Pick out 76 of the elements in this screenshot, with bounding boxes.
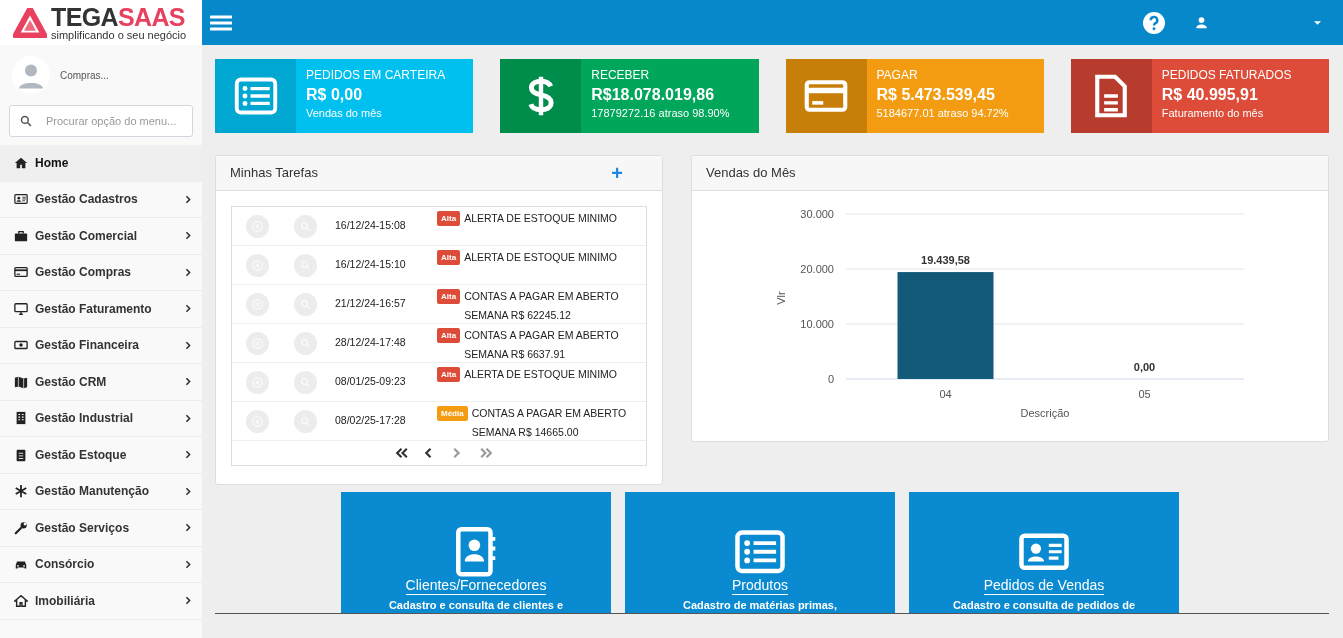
tile-title[interactable]: Clientes/Fornecedores xyxy=(405,575,547,595)
panel-title: Vendas do Mês xyxy=(706,164,796,183)
help-icon[interactable] xyxy=(1143,11,1165,34)
stat-value: R$ 5.473.539,45 xyxy=(876,85,996,105)
stat-subtitle: 17879272.16 atraso 98.90% xyxy=(591,107,730,121)
task-date: 16/12/24-15:10 xyxy=(335,257,406,273)
monitor-icon xyxy=(14,301,28,316)
data-label: 0,00 xyxy=(1133,361,1156,373)
priority-badge: Alta xyxy=(437,328,461,343)
logo-wordmark: TEGASAAS xyxy=(51,4,186,30)
task-date: 16/12/24-15:08 xyxy=(335,218,406,234)
stat-title: PEDIDOS FATURADOS xyxy=(1161,68,1292,83)
stat-title: PEDIDOS EM CARTEIRA xyxy=(306,68,446,83)
task-description: CONTAS A PAGAR EM ABERTO SEMANA R$ 14665.00 xyxy=(471,406,628,440)
task-description: ALERTA DE ESTOQUE MINIMO xyxy=(464,250,617,265)
house-icon xyxy=(14,593,28,608)
task-description: CONTAS A PAGAR EM ABERTO SEMANA R$ 6637.91 xyxy=(464,328,620,362)
priority-badge: Média xyxy=(437,406,468,421)
task-description: ALERTA DE ESTOQUE MINIMO xyxy=(464,367,617,382)
search-field[interactable]: Procurar opção do menu... xyxy=(9,105,193,137)
sidebar-item[interactable]: Home xyxy=(0,145,202,182)
y-axis-title: Vlr xyxy=(775,291,787,305)
task-date: 21/12/24-16:57 xyxy=(335,296,406,312)
stat-value: R$ 40.995,91 xyxy=(1161,85,1259,105)
home-icon xyxy=(14,155,28,170)
menu-icon xyxy=(210,13,232,32)
stat-subtitle: Vendas do mês xyxy=(306,107,383,121)
x-axis-label: 05 xyxy=(1138,388,1151,400)
task-description: ALERTA DE ESTOQUE MINIMO xyxy=(464,211,617,226)
stat-subtitle: 5184677.01 atraso 94.72% xyxy=(876,107,1009,121)
tile-title[interactable]: Produtos xyxy=(731,575,788,595)
data-label: 19.439,58 xyxy=(921,254,970,267)
task-date: 08/01/25-09:23 xyxy=(335,374,406,390)
stat-title: RECEBER xyxy=(591,68,651,83)
stat-value: R$ 0,00 xyxy=(306,85,364,105)
stat-title: PAGAR xyxy=(876,68,919,83)
task-description: CONTAS A PAGAR EM ABERTO SEMANA R$ 62245.12 xyxy=(464,289,620,323)
tile-description: Cadastro e consulta de pedidos de xyxy=(952,597,1136,613)
credit-card-icon xyxy=(14,265,28,280)
tile-description: Cadastro e consulta de clientes e xyxy=(388,597,564,613)
search-icon xyxy=(20,115,32,127)
x-axis-title: Descrição xyxy=(1020,407,1070,419)
map-icon xyxy=(14,374,28,389)
caret-down-icon[interactable] xyxy=(1314,20,1321,25)
priority-badge: Alta xyxy=(437,289,461,304)
clipboard-icon xyxy=(14,447,28,462)
task-date: 08/02/25-17:28 xyxy=(335,413,406,429)
asterisk-icon xyxy=(14,484,28,499)
priority-badge: Alta xyxy=(437,250,461,265)
y-axis-label: 10.000 xyxy=(800,318,834,330)
logo-tagline: simplificando o seu negócio xyxy=(51,29,187,41)
building-icon xyxy=(14,411,28,426)
stat-value: R$18.078.019,86 xyxy=(591,85,716,105)
tile-description: Cadastro de matérias primas, xyxy=(682,597,838,613)
briefcase-icon xyxy=(14,228,28,243)
user-name: Compras... xyxy=(60,68,109,83)
priority-badge: Alta xyxy=(437,211,461,226)
stat-subtitle: Faturamento do mês xyxy=(1161,107,1265,121)
panel-title: Minhas Tarefas xyxy=(230,164,318,183)
first-page-button[interactable] xyxy=(394,447,410,459)
shortcut-tile[interactable]: Clientes/Fornecedores Cadastro e consulta de clientes e xyxy=(341,492,611,613)
wrench-icon xyxy=(14,520,28,535)
priority-badge: Alta xyxy=(437,367,461,382)
shortcut-tile[interactable]: Produtos Cadastro de matérias primas, xyxy=(625,492,895,613)
y-axis-label: 20.000 xyxy=(800,263,834,275)
user-icon[interactable] xyxy=(1195,16,1208,29)
y-axis-label: 30.000 xyxy=(800,208,834,220)
y-axis-label: 0 xyxy=(827,373,834,385)
shortcut-tile[interactable]: Pedidos de Vendas Cadastro e consulta de pedidos de xyxy=(909,492,1179,613)
sidebar-item[interactable]: Gestão Comercial xyxy=(0,218,202,255)
tile-title[interactable]: Pedidos de Vendas xyxy=(983,575,1105,595)
id-card-icon xyxy=(14,192,28,207)
sidebar-item[interactable]: Gestão CRM xyxy=(0,364,202,401)
logo-mark-icon xyxy=(13,7,47,38)
x-axis-label: 04 xyxy=(939,388,952,400)
task-date: 28/12/24-17:48 xyxy=(335,335,406,351)
